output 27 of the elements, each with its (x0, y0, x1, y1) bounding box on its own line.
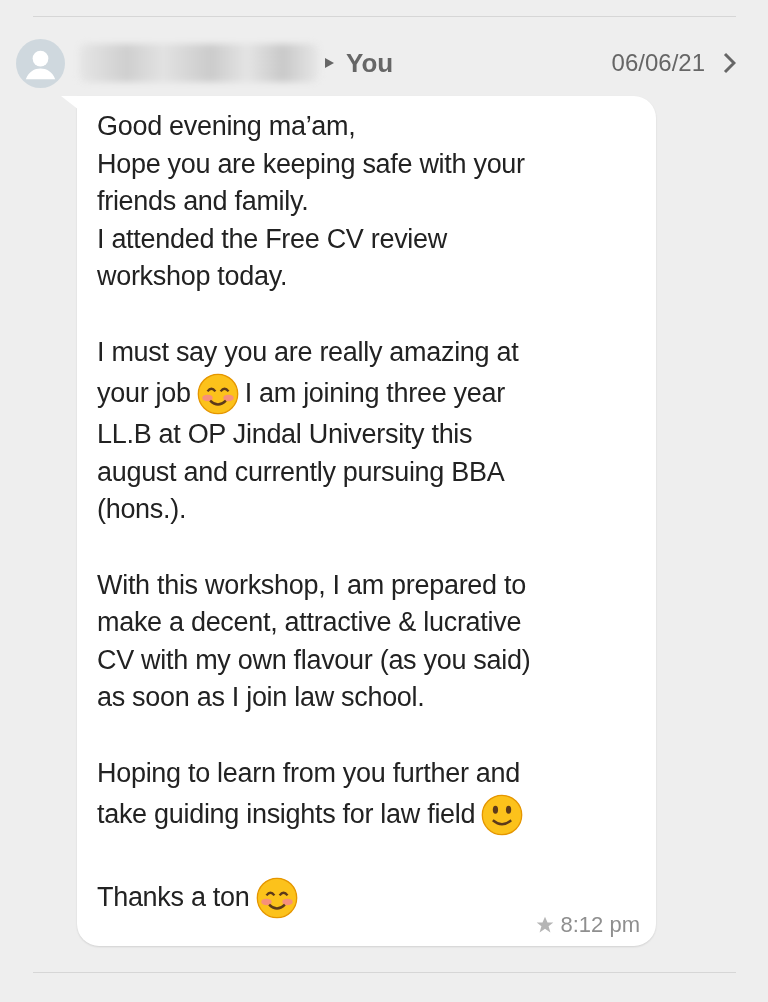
message-text: Hope you are keeping safe with your (97, 148, 525, 180)
message-text: august and currently pursuing BBA (97, 456, 505, 488)
message-text: I must say you are really amazing at (97, 336, 519, 368)
message-text: Good evening ma’am, (97, 111, 356, 143)
message-date: 06/06/21 (611, 49, 705, 77)
triangle-icon (325, 58, 334, 68)
message-text: With this workshop, I am prepared to (97, 569, 526, 601)
message-text: workshop today. (97, 261, 288, 293)
message-text: LL.B at OP Jindal University this (97, 419, 473, 451)
message-time: 8:12 pm (560, 912, 640, 938)
message-text: make a decent, attractive & lucrative (97, 607, 522, 639)
avatar-icon (16, 38, 65, 88)
message-text: as soon as I join law school. (97, 682, 425, 714)
message-text: your job (97, 378, 191, 409)
message-text: Thanks a ton (97, 882, 250, 913)
blushing-face-icon (255, 876, 298, 919)
chevron-icon[interactable] (722, 52, 736, 74)
blushing-face-icon (196, 372, 239, 415)
message-text: CV with my own flavour (as you said) (97, 644, 531, 676)
message-text: I am joining three year (244, 378, 505, 409)
message-text: friends and family. (97, 186, 309, 218)
message-text: I attended the Free CV review (97, 223, 447, 255)
recipient-name: You (346, 47, 394, 79)
message-text: take guiding insights for law field (97, 799, 476, 830)
message-text: (hons.). (97, 494, 187, 526)
smiling-face-icon (481, 793, 524, 836)
message-text: Hoping to learn from you further and (97, 757, 520, 789)
